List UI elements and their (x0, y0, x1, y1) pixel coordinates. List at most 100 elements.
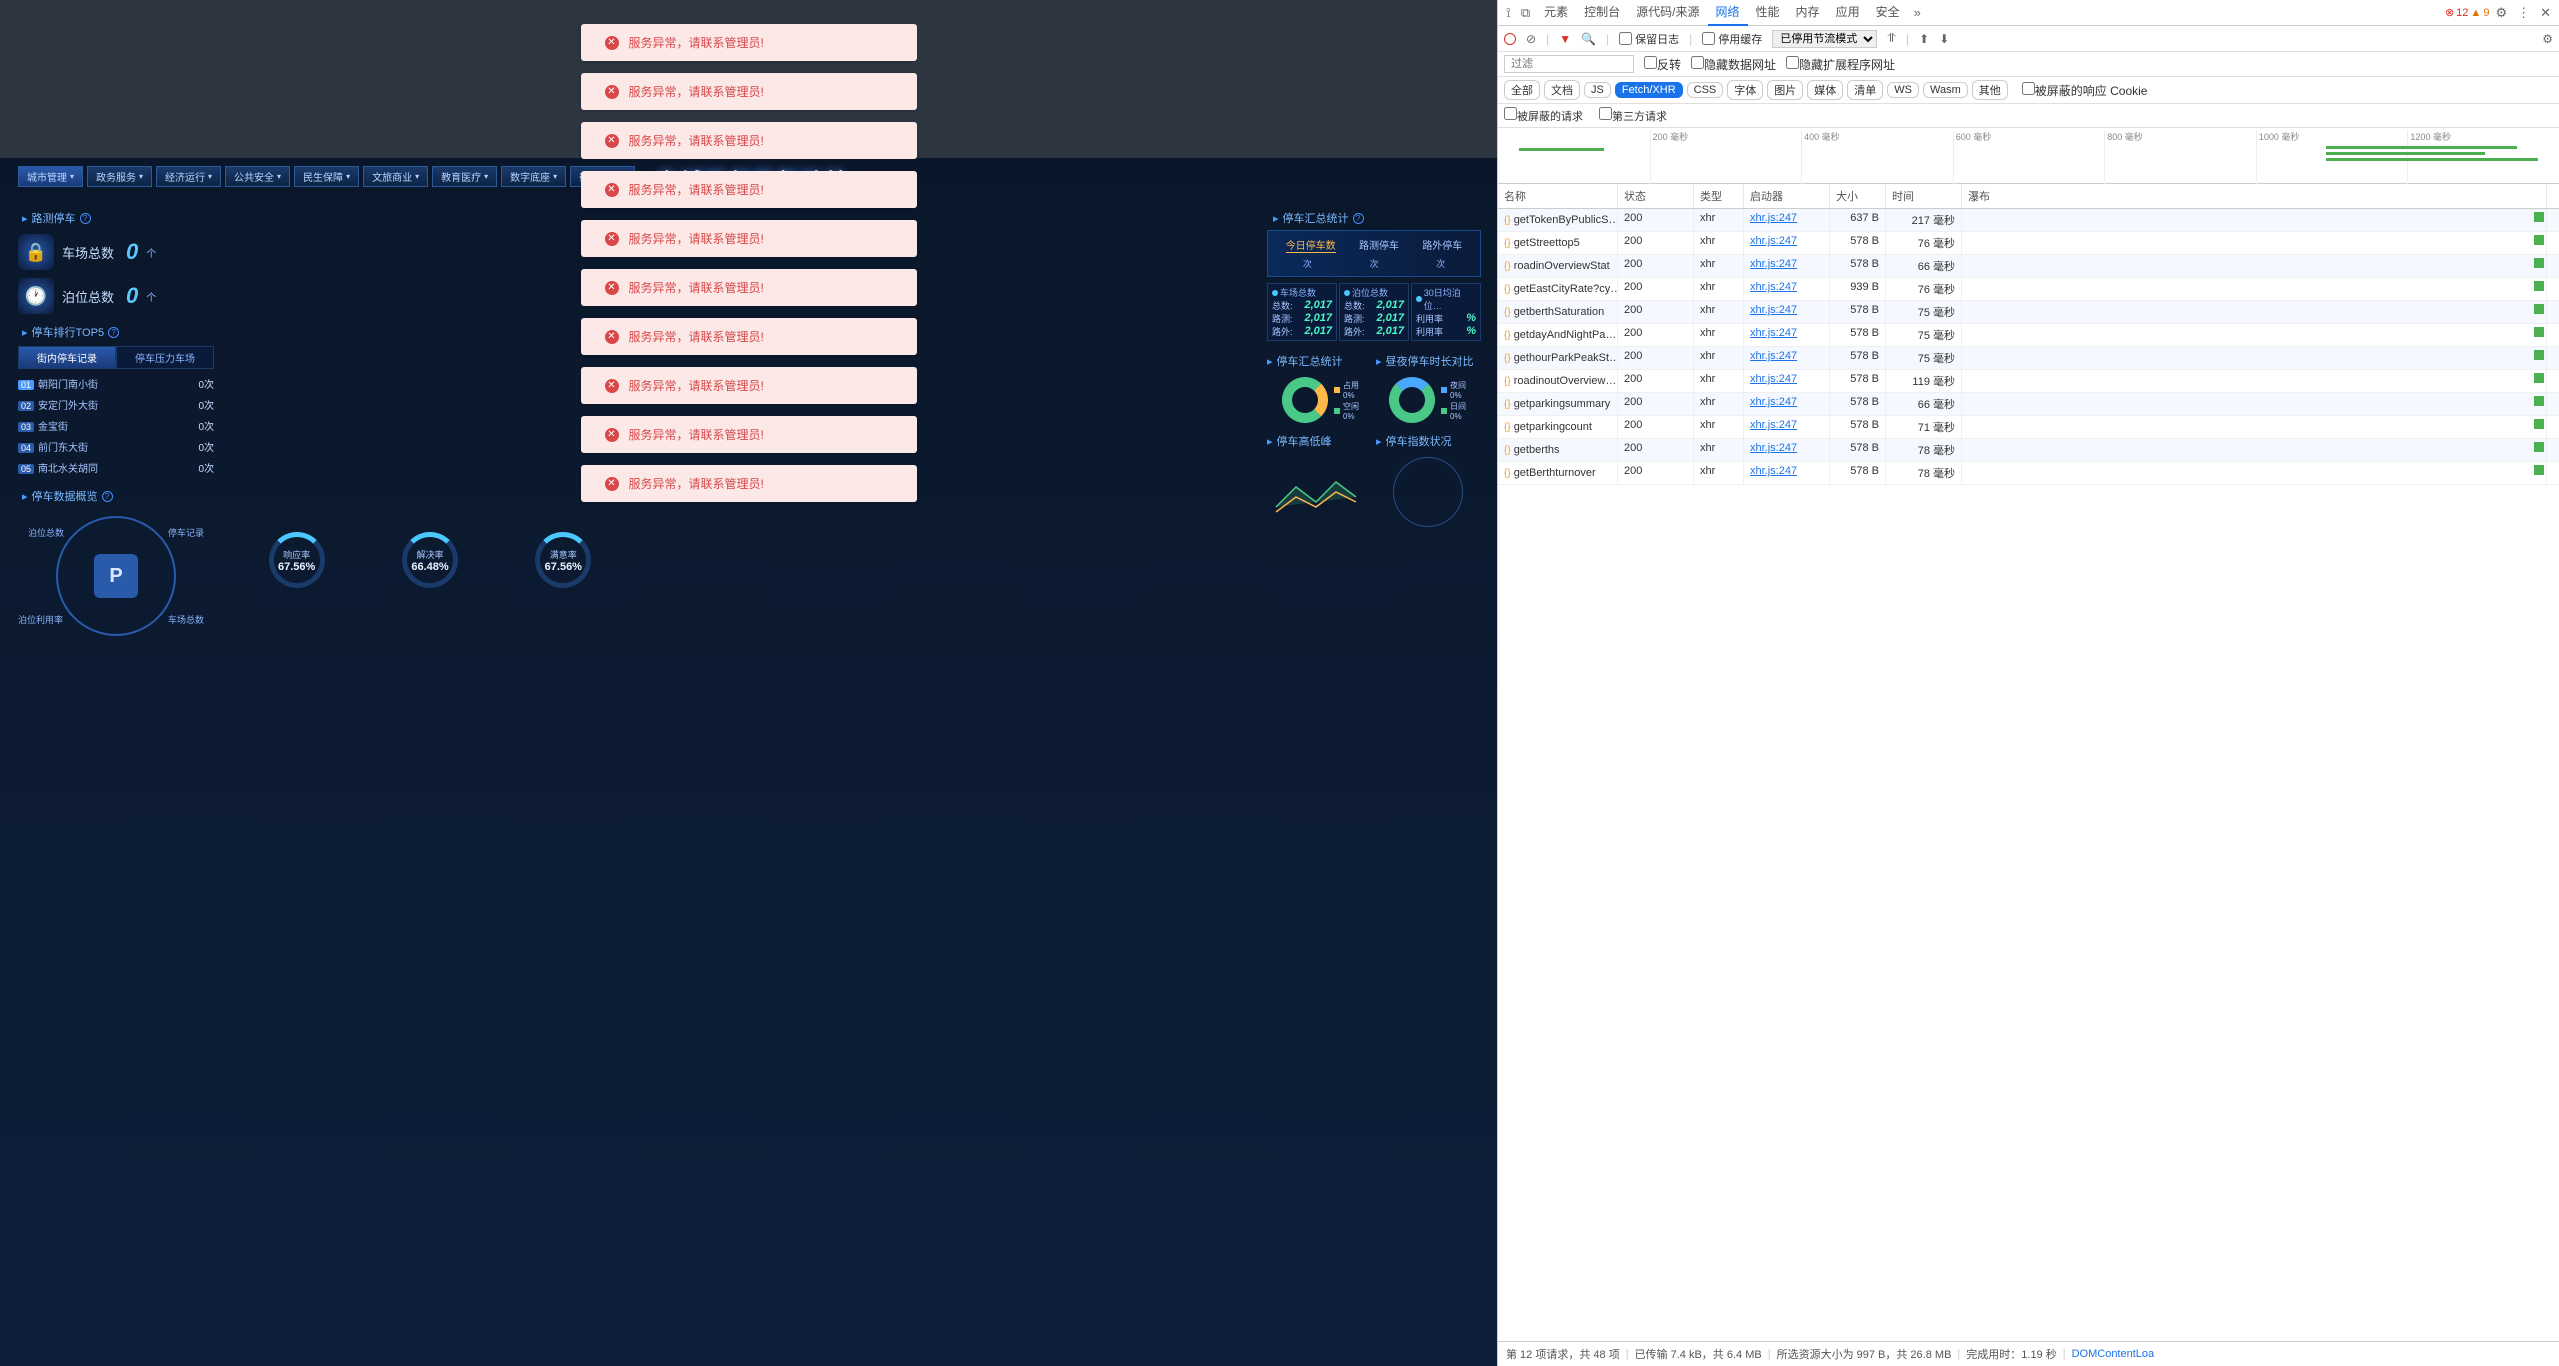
record-icon[interactable] (1504, 33, 1516, 45)
network-request-row[interactable]: {}getberths 200 xhr xhr.js:247 578 B 78 … (1498, 439, 2559, 462)
type-filter-button[interactable]: 其他 (1972, 80, 2008, 100)
blocked-requests-check[interactable]: 被屏蔽的请求 (1504, 107, 1583, 124)
devtools-tab[interactable]: 内存 (1788, 0, 1828, 26)
devtools-tab[interactable]: 安全 (1868, 0, 1908, 26)
network-request-row[interactable]: {}getBerthturnover 200 xhr xhr.js:247 57… (1498, 462, 2559, 485)
column-header[interactable]: 时间 (1886, 184, 1962, 208)
blocked-cookies-check[interactable]: 被屏蔽的响应 Cookie (2022, 82, 2148, 99)
more-tabs-icon[interactable]: » (1910, 5, 1925, 20)
gauge: 满意率67.56% (528, 532, 598, 588)
preserve-log-check[interactable]: 保留日志 (1619, 31, 1679, 47)
hide-data-urls-check[interactable]: 隐藏数据网址 (1691, 56, 1776, 73)
help-icon[interactable]: ? (102, 491, 113, 502)
hide-ext-urls-check[interactable]: 隐藏扩展程序网址 (1786, 56, 1895, 73)
devtools-tab[interactable]: 元素 (1536, 0, 1576, 26)
radial-label: 泊位总数 (28, 526, 64, 539)
column-header[interactable]: 启动器 (1744, 184, 1830, 208)
column-header[interactable]: 类型 (1694, 184, 1744, 208)
network-request-row[interactable]: {}roadinOverviewStat 200 xhr xhr.js:247 … (1498, 255, 2559, 278)
column-header[interactable]: 大小 (1830, 184, 1886, 208)
devtools-tab[interactable]: 源代码/来源 (1628, 0, 1707, 26)
close-icon[interactable]: ✕ (2536, 5, 2555, 21)
filter-icon[interactable]: ▼ (1559, 32, 1571, 46)
devtools-tab[interactable]: 网络 (1708, 0, 1748, 26)
legend-item: 日间0% (1441, 401, 1466, 421)
wifi-icon[interactable]: ⥣ (1887, 31, 1896, 46)
nav-item[interactable]: 政务服务▾ (87, 166, 152, 187)
error-count[interactable]: ⊗ 12 (2445, 6, 2468, 19)
network-request-row[interactable]: {}getdayAndNightPa… 200 xhr xhr.js:247 5… (1498, 324, 2559, 347)
type-filter-button[interactable]: 全部 (1504, 80, 1540, 100)
type-filter-button[interactable]: Fetch/XHR (1615, 82, 1683, 98)
nav-item[interactable]: 城市管理▾ (18, 166, 83, 187)
panel-title-summary: ▸ 停车汇总统计 ? (1273, 210, 1489, 226)
timeline-overview[interactable]: 200 毫秒400 毫秒600 毫秒800 毫秒1000 毫秒1200 毫秒 (1498, 128, 2559, 184)
upload-icon[interactable]: ⬆ (1919, 32, 1929, 46)
nav-item[interactable]: 民生保障▾ (294, 166, 359, 187)
nav-item[interactable]: 数字底座▾ (501, 166, 566, 187)
third-party-check[interactable]: 第三方请求 (1599, 107, 1667, 124)
inspect-icon[interactable]: ⟟ (1502, 5, 1515, 21)
error-toast: ✕服务异常，请联系管理员! (581, 416, 917, 453)
help-icon[interactable]: ? (108, 327, 119, 338)
type-filter-button[interactable]: 字体 (1727, 80, 1763, 100)
today-tab[interactable]: 今日停车数 (1286, 237, 1336, 253)
type-filter-button[interactable]: 清单 (1847, 80, 1883, 100)
rank-tab[interactable]: 街内停车记录 (18, 346, 116, 369)
type-filter-button[interactable]: WS (1887, 82, 1919, 98)
warning-count[interactable]: ▲ 9 (2470, 7, 2489, 19)
device-icon[interactable]: ⧉ (1517, 5, 1534, 21)
help-icon[interactable]: ? (80, 213, 91, 224)
stat-row: 🕐 泊位总数 0 个 (8, 274, 224, 318)
type-filter-button[interactable]: 文档 (1544, 80, 1580, 100)
panel-title-road-parking: ▸ 路测停车 ? (22, 210, 224, 226)
today-tab[interactable]: 路外停车 (1422, 237, 1462, 253)
disable-cache-check[interactable]: 停用缓存 (1702, 31, 1762, 47)
nav-item[interactable]: 公共安全▾ (225, 166, 290, 187)
network-request-row[interactable]: {}getEastCityRate?cy… 200 xhr xhr.js:247… (1498, 278, 2559, 301)
nav-item[interactable]: 文旅商业▾ (363, 166, 428, 187)
panel-title-text: 路测停车 (32, 210, 76, 226)
chevron-icon: ▸ (1273, 212, 1279, 225)
network-request-row[interactable]: {}gethourParkPeakSt… 200 xhr xhr.js:247 … (1498, 347, 2559, 370)
timeline-tick: 600 毫秒 (1953, 130, 1992, 185)
type-filter-button[interactable]: CSS (1687, 82, 1724, 98)
network-request-row[interactable]: {}getTokenByPublicS… 200 xhr xhr.js:247 … (1498, 209, 2559, 232)
column-header[interactable]: 瀑布 (1962, 184, 2547, 208)
type-filter-button[interactable]: JS (1584, 82, 1611, 98)
chevron-icon: ▸ (22, 212, 28, 225)
throttle-select[interactable]: 已停用节流模式 (1772, 30, 1877, 48)
download-icon[interactable]: ⬇ (1939, 32, 1949, 46)
donut-charts: 占用0%空闲0% 夜间0%日间0% (1267, 377, 1481, 423)
clear-icon[interactable]: ⊘ (1526, 32, 1536, 46)
rank-tab[interactable]: 停车压力车场 (116, 346, 214, 369)
chevron-icon: ▸ (22, 490, 28, 503)
nav-item[interactable]: 经济运行▾ (156, 166, 221, 187)
column-header[interactable]: 状态 (1618, 184, 1694, 208)
devtools-tab[interactable]: 性能 (1748, 0, 1788, 26)
nav-item[interactable]: 教育医疗▾ (432, 166, 497, 187)
radial-label: 泊位利用率 (18, 613, 63, 626)
filter-input[interactable] (1504, 55, 1634, 73)
type-filter-button[interactable]: 媒体 (1807, 80, 1843, 100)
network-request-row[interactable]: {}roadinoutOverview… 200 xhr xhr.js:247 … (1498, 370, 2559, 393)
settings-icon[interactable]: ⚙ (2491, 5, 2511, 21)
help-icon[interactable]: ? (1353, 213, 1364, 224)
network-request-row[interactable]: {}getberthSaturation 200 xhr xhr.js:247 … (1498, 301, 2559, 324)
error-icon: ✕ (605, 428, 619, 442)
type-filter-button[interactable]: 图片 (1767, 80, 1803, 100)
network-request-row[interactable]: {}getparkingsummary 200 xhr xhr.js:247 5… (1498, 393, 2559, 416)
more-icon[interactable]: ⋮ (2513, 5, 2534, 21)
column-header[interactable]: 名称 (1498, 184, 1618, 208)
settings-icon[interactable]: ⚙ (2542, 32, 2553, 46)
today-tab[interactable]: 路测停车 (1359, 237, 1399, 253)
network-request-row[interactable]: {}getStreettop5 200 xhr xhr.js:247 578 B… (1498, 232, 2559, 255)
devtools-tab[interactable]: 应用 (1828, 0, 1868, 26)
network-request-row[interactable]: {}getparkingcount 200 xhr xhr.js:247 578… (1498, 416, 2559, 439)
legend-item: 夜间0% (1441, 380, 1466, 400)
devtools-tab[interactable]: 控制台 (1576, 0, 1628, 26)
invert-check[interactable]: 反转 (1644, 56, 1681, 73)
type-filter-button[interactable]: Wasm (1923, 82, 1968, 98)
search-icon[interactable]: 🔍 (1581, 32, 1596, 46)
donut-chart-2 (1389, 377, 1435, 423)
